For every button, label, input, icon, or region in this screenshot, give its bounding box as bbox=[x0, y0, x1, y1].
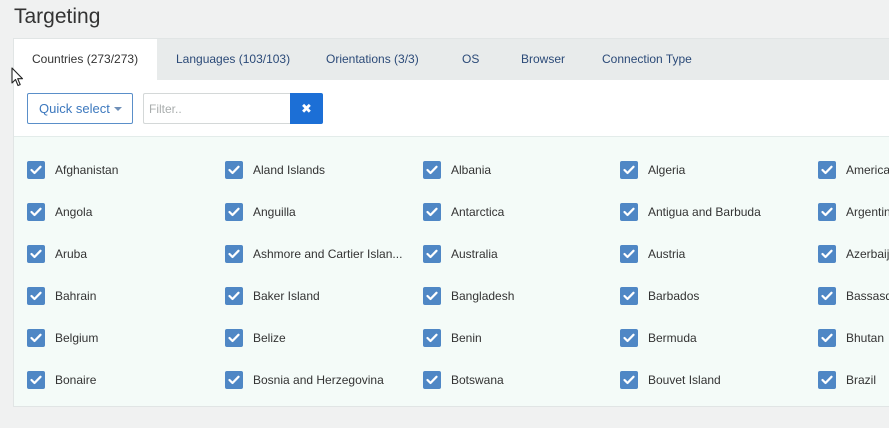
country-label: Bahrain bbox=[55, 289, 97, 303]
tab-languages[interactable]: Languages (103/103) bbox=[176, 39, 290, 80]
checkbox-checked-icon[interactable] bbox=[818, 203, 836, 221]
checkbox-checked-icon[interactable] bbox=[818, 371, 836, 389]
tab-browser[interactable]: Browser bbox=[521, 39, 565, 80]
checkbox-checked-icon[interactable] bbox=[27, 287, 45, 305]
country-label: Afghanistan bbox=[55, 163, 119, 177]
quick-select-label: Quick select bbox=[39, 101, 110, 116]
checkbox-checked-icon[interactable] bbox=[27, 329, 45, 347]
clear-filter-button[interactable]: ✖ bbox=[290, 93, 323, 124]
country-label: Belize bbox=[253, 331, 286, 345]
mouse-cursor-icon bbox=[11, 67, 24, 87]
checkbox-checked-icon[interactable] bbox=[27, 161, 45, 179]
checkbox-checked-icon[interactable] bbox=[225, 287, 243, 305]
country-label: Australia bbox=[451, 247, 498, 261]
checkbox-checked-icon[interactable] bbox=[818, 245, 836, 263]
checkbox-checked-icon[interactable] bbox=[27, 371, 45, 389]
country-label: Belgium bbox=[55, 331, 99, 345]
tab-os[interactable]: OS bbox=[462, 39, 479, 80]
checkbox-checked-icon[interactable] bbox=[423, 371, 441, 389]
country-grid: Afghanistan Aland Islands Albania Algeria Am… bbox=[14, 137, 889, 407]
country-label: Antarctica bbox=[451, 205, 505, 219]
country-label: Argentin bbox=[846, 205, 889, 219]
country-label: Botswana bbox=[451, 373, 504, 387]
country-label: Anguilla bbox=[253, 205, 296, 219]
checkbox-checked-icon[interactable] bbox=[27, 245, 45, 263]
close-icon: ✖ bbox=[301, 101, 312, 116]
tab-orientations[interactable]: Orientations (3/3) bbox=[326, 39, 419, 80]
checkbox-checked-icon[interactable] bbox=[423, 245, 441, 263]
checkbox-checked-icon[interactable] bbox=[225, 245, 243, 263]
page-title: Targeting bbox=[14, 5, 101, 28]
country-label: Angola bbox=[55, 205, 93, 219]
country-label: Baker Island bbox=[253, 289, 320, 303]
tab-connection-type[interactable]: Connection Type bbox=[602, 39, 692, 80]
country-label: Aruba bbox=[55, 247, 88, 261]
country-label: Algeria bbox=[648, 163, 686, 177]
tab-bar: Countries (273/273) Languages (103/103) … bbox=[14, 39, 889, 80]
checkbox-checked-icon[interactable] bbox=[423, 287, 441, 305]
checkbox-checked-icon[interactable] bbox=[620, 161, 638, 179]
checkbox-checked-icon[interactable] bbox=[423, 203, 441, 221]
country-label: Austria bbox=[648, 247, 686, 261]
checkbox-checked-icon[interactable] bbox=[423, 161, 441, 179]
checkbox-checked-icon[interactable] bbox=[620, 287, 638, 305]
country-label: Bermuda bbox=[648, 331, 697, 345]
country-label: Bouvet Island bbox=[648, 373, 721, 387]
checkbox-checked-icon[interactable] bbox=[225, 371, 243, 389]
targeting-panel: Countries (273/273) Languages (103/103) … bbox=[13, 38, 889, 407]
toolbar: Quick select ✖ bbox=[14, 80, 889, 137]
country-label: America bbox=[846, 163, 889, 177]
checkbox-checked-icon[interactable] bbox=[27, 203, 45, 221]
country-label: Azerbaija bbox=[846, 247, 889, 261]
checkbox-checked-icon[interactable] bbox=[620, 245, 638, 263]
country-label: Bosnia and Herzegovina bbox=[253, 373, 384, 387]
tab-countries[interactable]: Countries (273/273) bbox=[14, 39, 157, 80]
caret-down-icon bbox=[114, 107, 122, 111]
country-label: Antigua and Barbuda bbox=[648, 205, 761, 219]
filter-input[interactable] bbox=[143, 93, 291, 124]
checkbox-checked-icon[interactable] bbox=[620, 203, 638, 221]
country-label: Barbados bbox=[648, 289, 700, 303]
checkbox-checked-icon[interactable] bbox=[818, 287, 836, 305]
country-label: Bhutan bbox=[846, 331, 885, 345]
country-label: Bassasd bbox=[846, 289, 889, 303]
checkbox-checked-icon[interactable] bbox=[225, 329, 243, 347]
country-label: Bangladesh bbox=[451, 289, 515, 303]
quick-select-dropdown[interactable]: Quick select bbox=[27, 93, 133, 124]
checkbox-checked-icon[interactable] bbox=[620, 371, 638, 389]
country-label: Bonaire bbox=[55, 373, 97, 387]
country-label: Ashmore and Cartier Islan... bbox=[253, 247, 403, 261]
checkbox-checked-icon[interactable] bbox=[423, 329, 441, 347]
country-label: Albania bbox=[451, 163, 492, 177]
checkbox-checked-icon[interactable] bbox=[818, 329, 836, 347]
country-label: Benin bbox=[451, 331, 482, 345]
checkbox-checked-icon[interactable] bbox=[620, 329, 638, 347]
country-label: Aland Islands bbox=[253, 163, 326, 177]
checkbox-checked-icon[interactable] bbox=[225, 203, 243, 221]
checkbox-checked-icon[interactable] bbox=[225, 161, 243, 179]
country-label: Brazil bbox=[846, 373, 877, 387]
checkbox-checked-icon[interactable] bbox=[818, 161, 836, 179]
